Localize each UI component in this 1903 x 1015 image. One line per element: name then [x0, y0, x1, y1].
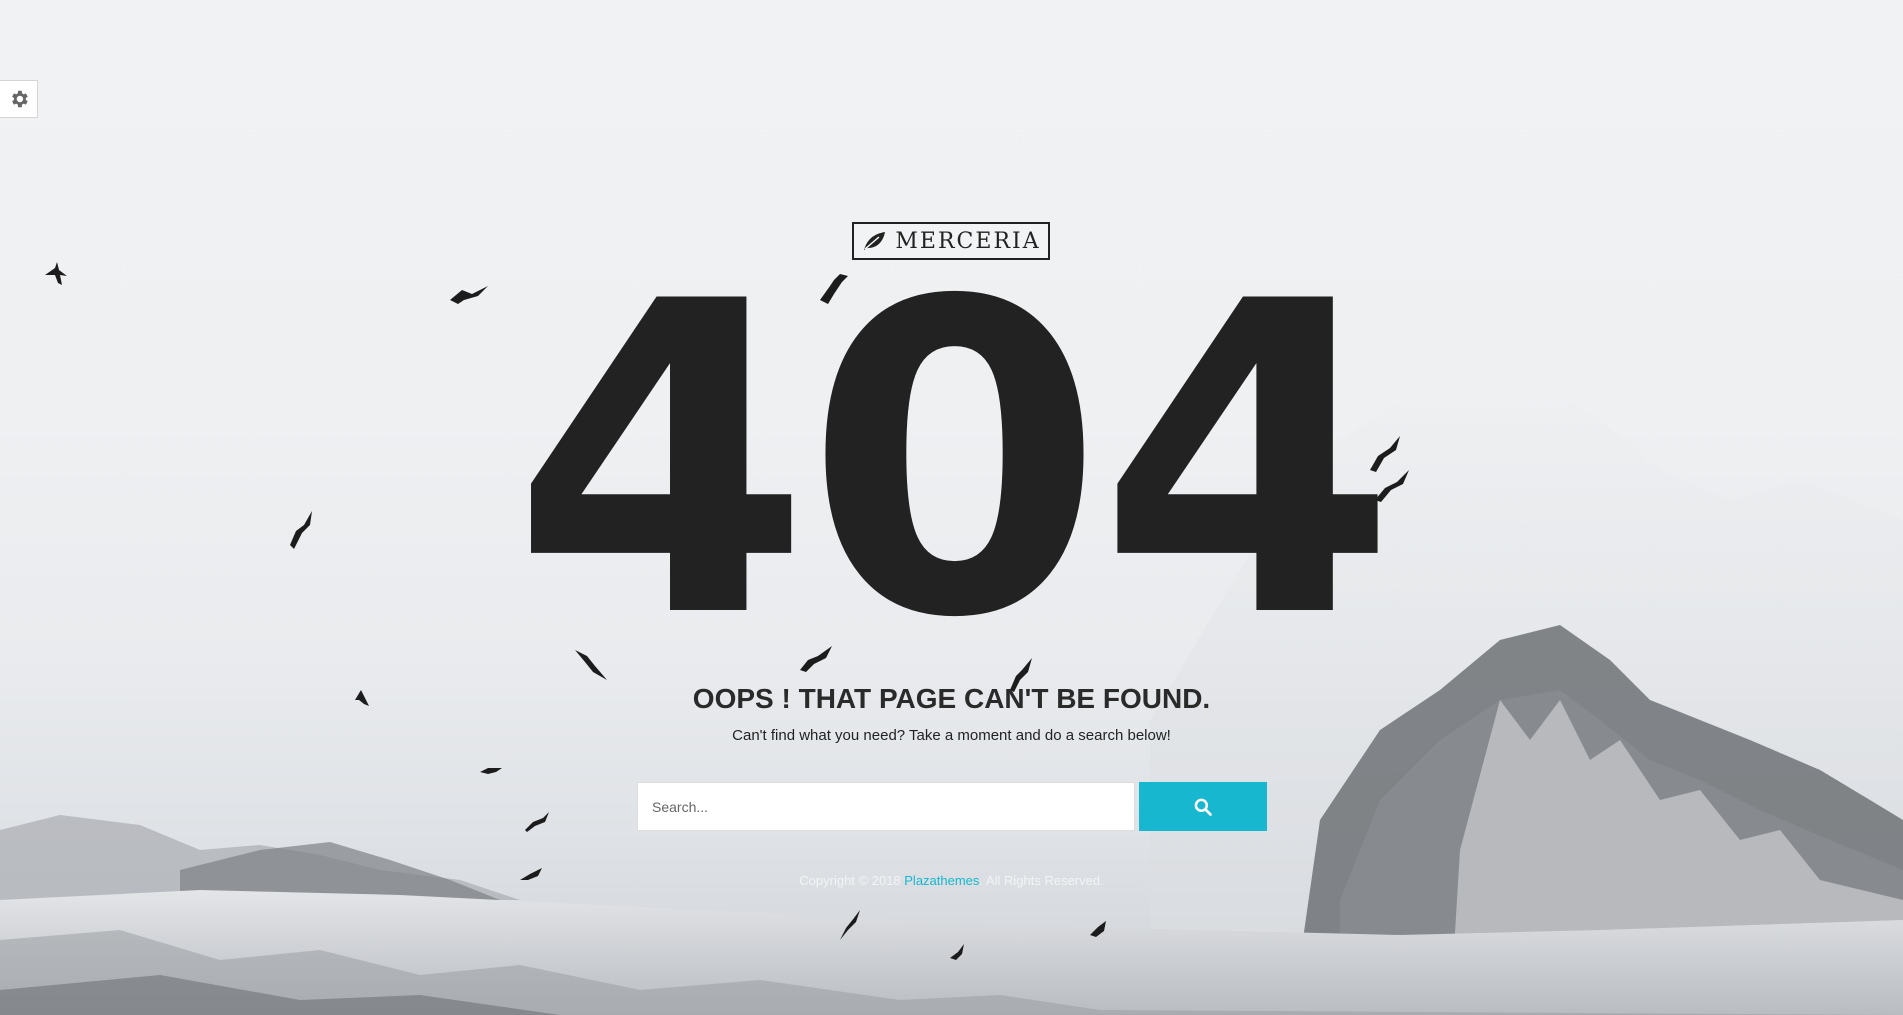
error-code: 404 [511, 212, 1398, 712]
settings-button[interactable] [0, 80, 38, 118]
error-message: Can't find what you need? Take a moment … [732, 727, 1171, 744]
footer-brand-link[interactable]: Plazathemes [904, 873, 979, 888]
error-page: MERCERIA 404 OOPS ! THAT PAGE CAN'T BE F… [0, 0, 1903, 1015]
search-input[interactable] [637, 782, 1135, 831]
error-headline: OOPS ! THAT PAGE CAN'T BE FOUND. [692, 683, 1211, 714]
gear-icon [11, 90, 28, 108]
search-button[interactable] [1139, 782, 1267, 831]
footer-prefix: Copyright © 2018 [799, 873, 905, 888]
bird-11 [480, 768, 502, 774]
bird-14 [840, 910, 860, 940]
search-icon [1194, 798, 1212, 816]
bird-15 [950, 944, 964, 960]
footer-suffix: . All Rights Reserved. [979, 873, 1104, 888]
footer-copyright: Copyright © 2018 Plazathemes. All Rights… [0, 873, 1903, 888]
bird-16 [1090, 921, 1106, 937]
bird-12 [525, 812, 549, 832]
